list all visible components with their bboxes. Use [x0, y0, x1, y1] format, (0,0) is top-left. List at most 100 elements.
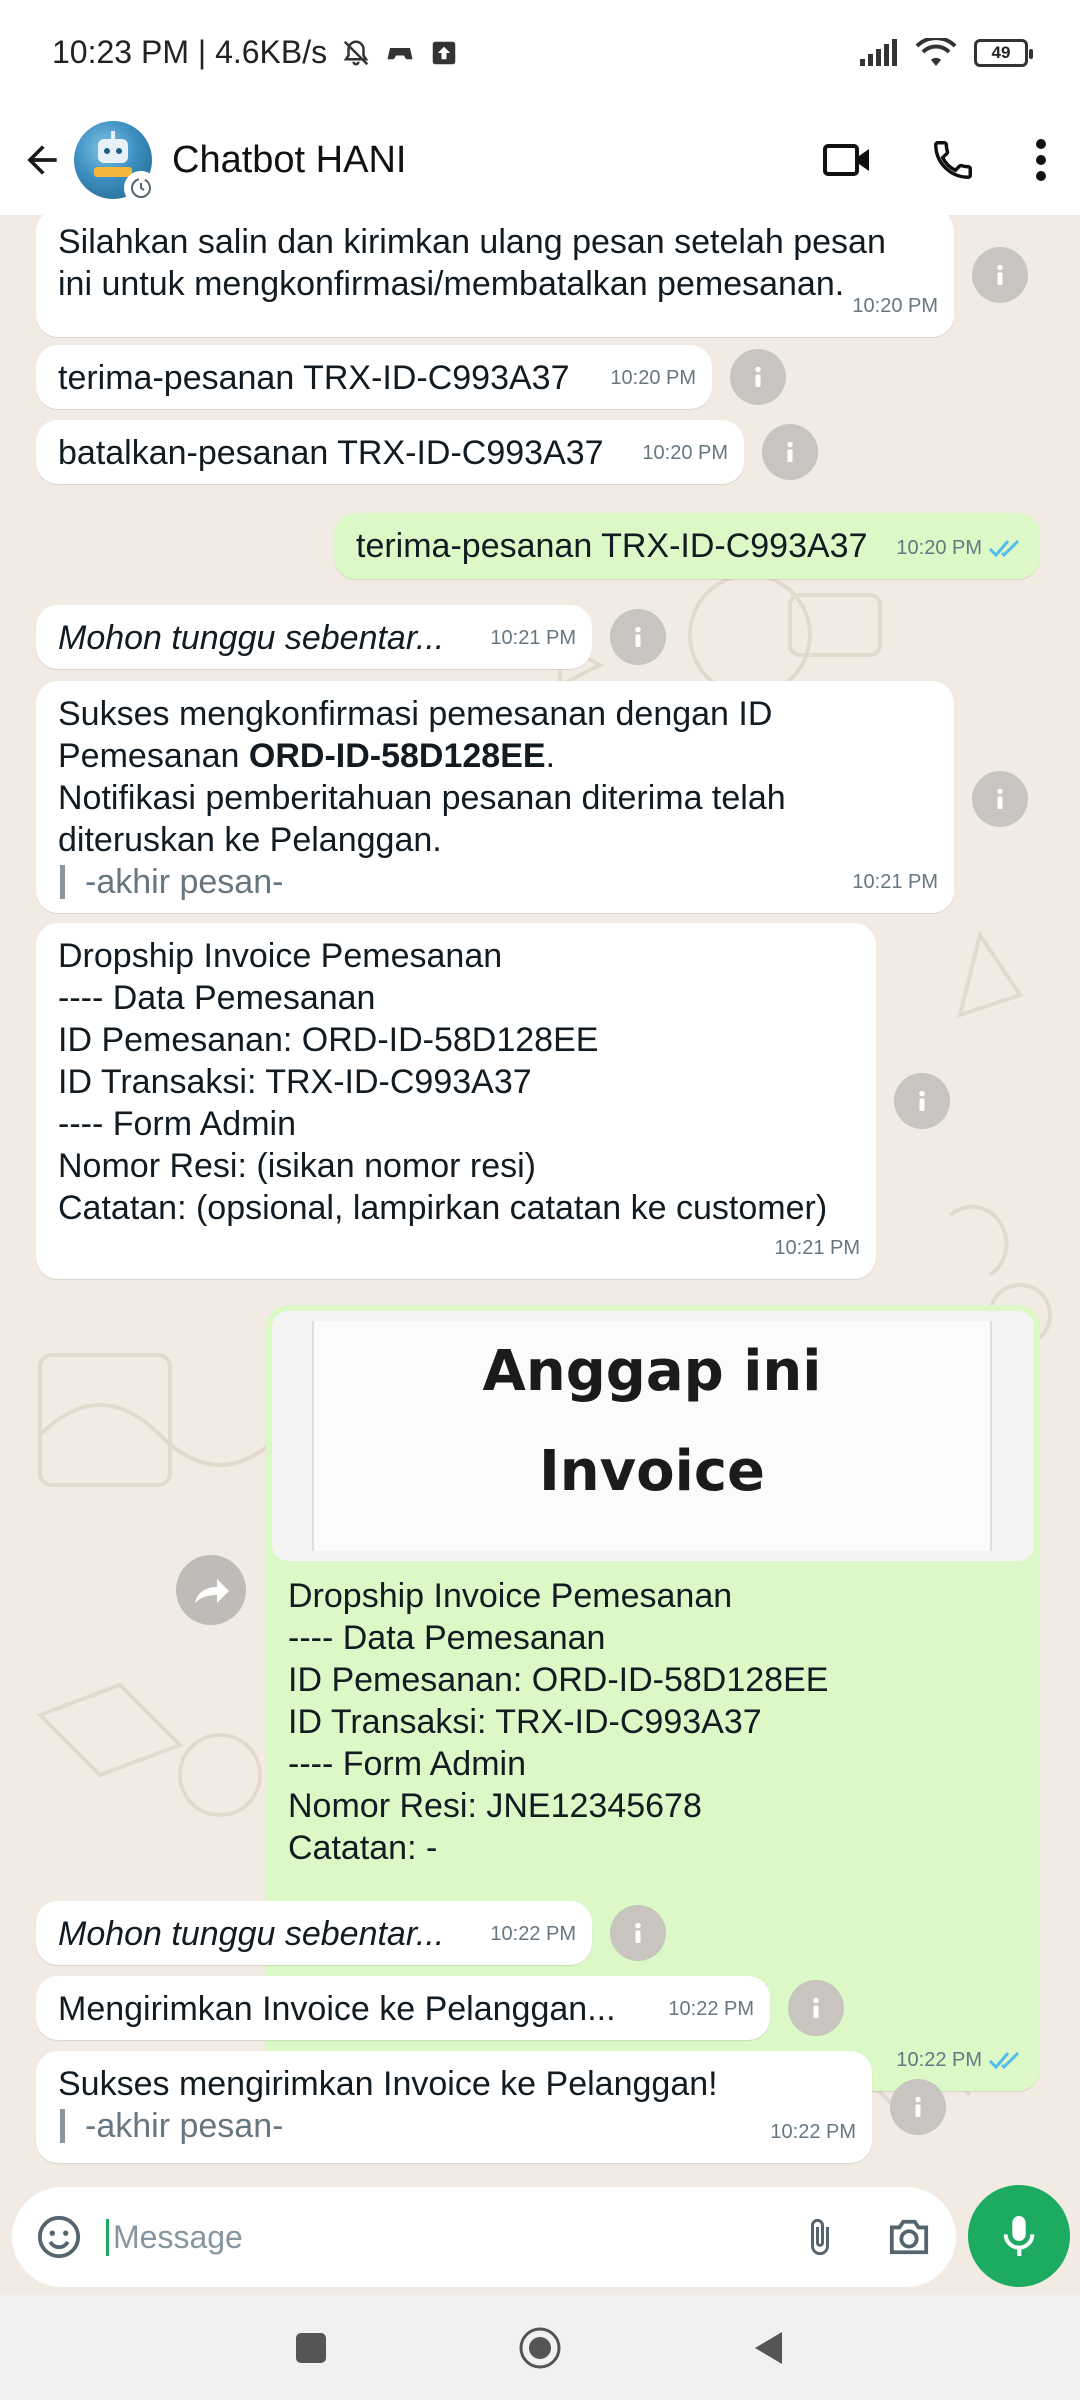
- message-text-line: Pemesanan ORD-ID-58D128EE.: [58, 735, 932, 777]
- info-button[interactable]: [730, 349, 786, 405]
- video-call-icon[interactable]: [822, 140, 872, 180]
- message-text: diteruskan ke Pelanggan.: [58, 821, 442, 859]
- message-time: 10:21 PM: [490, 617, 576, 659]
- message-time: 10:22 PM: [896, 2039, 1024, 2081]
- status-left: 10:23 PM | 4.6KB/s: [52, 34, 459, 71]
- message-text: Nomor Resi: (isikan nomor resi): [58, 1147, 536, 1185]
- message-time: 10:20 PM: [896, 527, 1024, 569]
- quote-text: -akhir pesan-: [85, 863, 284, 901]
- info-button[interactable]: [610, 609, 666, 665]
- message-time: 10:20 PM: [610, 357, 696, 399]
- message-bubble-outgoing-image[interactable]: Anggap ini Invoice Dropship Invoice Peme…: [266, 1305, 1040, 2091]
- quote-bar: [60, 865, 65, 899]
- message-text: ini untuk mengkonfirmasi/membatalkan pem…: [58, 265, 845, 303]
- quote-footer: -akhir pesan-: [58, 2105, 850, 2147]
- time-label: 10:20 PM: [642, 442, 728, 464]
- time-label: 10:20 PM: [610, 367, 696, 389]
- message-input[interactable]: Message: [106, 2218, 243, 2256]
- read-ticks-icon: [988, 539, 1020, 558]
- message-text: ID Transaksi: TRX-ID-C993A37: [288, 1703, 762, 1741]
- quote-footer: -akhir pesan-: [58, 861, 932, 903]
- message-text: Dropship Invoice Pemesanan: [58, 937, 503, 975]
- status-bar: 10:23 PM | 4.6KB/s 49: [0, 0, 1080, 105]
- message-text: Notifikasi pemberitahuan pesanan diterim…: [58, 779, 786, 817]
- time-label: 10:20 PM: [896, 537, 982, 559]
- message-bubble-incoming[interactable]: Sukses mengirimkan Invoice ke Pelanggan!…: [36, 2051, 872, 2163]
- info-button[interactable]: [762, 424, 818, 480]
- info-button[interactable]: [890, 2079, 946, 2135]
- emoji-icon[interactable]: [36, 2214, 82, 2260]
- message-bubble-incoming[interactable]: terima-pesanan TRX-ID-C993A37 10:20 PM: [36, 345, 712, 409]
- mic-icon: [1003, 2216, 1035, 2256]
- message-text: ID Pemesanan: ORD-ID-58D128EE: [58, 1021, 599, 1059]
- upload-icon: [432, 41, 456, 64]
- forward-icon: [195, 1579, 229, 1603]
- info-icon: [813, 1997, 819, 2018]
- message-bubble-incoming[interactable]: Dropship Invoice Pemesanan ---- Data Pem…: [36, 923, 876, 1279]
- signal-icon: [860, 38, 897, 66]
- info-button[interactable]: [972, 247, 1028, 303]
- status-badge: [124, 171, 158, 205]
- message-bubble-incoming[interactable]: Sukses mengkonfirmasi pemesanan dengan I…: [36, 681, 954, 913]
- time-label: 10:22 PM: [668, 1998, 754, 2020]
- phone-icon[interactable]: [930, 137, 976, 183]
- nav-home-icon[interactable]: [518, 2326, 562, 2370]
- nav-recents-icon[interactable]: [294, 2331, 328, 2365]
- info-icon: [997, 788, 1003, 809]
- message-bubble-incoming[interactable]: Mengirimkan Invoice ke Pelanggan... 10:2…: [36, 1976, 770, 2040]
- message-bubble-incoming[interactable]: Mohon tunggu sebentar... 10:22 PM: [36, 1901, 592, 1965]
- message-time: 10:20 PM: [852, 285, 938, 327]
- message-text: ID Transaksi: TRX-ID-C993A37: [58, 1063, 532, 1101]
- invoice-image-paper: Anggap ini Invoice: [312, 1321, 992, 1551]
- more-vert-icon[interactable]: [1034, 138, 1048, 182]
- avatar[interactable]: [74, 121, 158, 205]
- time-label: 10:22 PM: [770, 2121, 856, 2143]
- info-button[interactable]: [894, 1073, 950, 1129]
- composer-actions: [800, 2214, 932, 2260]
- message-text: batalkan-pesanan TRX-ID-C993A37: [58, 434, 604, 472]
- message-bubble-incoming[interactable]: batalkan-pesanan TRX-ID-C993A37 10:20 PM: [36, 420, 744, 484]
- order-id: ORD-ID-58D128EE: [248, 737, 546, 775]
- message-time: 10:22 PM: [668, 1988, 754, 2030]
- time-label: 10:20 PM: [852, 295, 938, 317]
- info-icon: [997, 264, 1003, 285]
- message-bubble-incoming[interactable]: Mohon tunggu sebentar... 10:21 PM: [36, 605, 592, 669]
- time-label: 10:21 PM: [490, 627, 576, 649]
- info-icon: [915, 2096, 921, 2117]
- header-actions: [822, 137, 1064, 183]
- info-button[interactable]: [610, 1905, 666, 1961]
- battery-indicator: 49: [974, 38, 1033, 67]
- back-button[interactable]: [16, 130, 68, 190]
- composer: Message: [0, 2185, 1080, 2295]
- message-bubble-outgoing[interactable]: terima-pesanan TRX-ID-C993A37 10:20 PM: [334, 513, 1040, 579]
- read-ticks-icon: [988, 2051, 1020, 2070]
- forward-button[interactable]: [176, 1555, 246, 1625]
- message-text: ---- Data Pemesanan: [288, 1619, 606, 1657]
- camera-icon[interactable]: [886, 2216, 932, 2258]
- info-button[interactable]: [972, 771, 1028, 827]
- time-label: 10:21 PM: [852, 871, 938, 893]
- invoice-image[interactable]: Anggap ini Invoice: [272, 1311, 1034, 1561]
- message-text: terima-pesanan TRX-ID-C993A37: [58, 359, 570, 397]
- info-icon: [919, 1090, 925, 1111]
- image-text-line: Invoice: [538, 1439, 766, 1504]
- mute-bell-icon: [343, 39, 369, 65]
- message-input-pill[interactable]: Message: [12, 2187, 956, 2287]
- message-text: Catatan: -: [288, 1829, 438, 1867]
- robot-icon: [94, 131, 132, 177]
- mic-button[interactable]: [968, 2185, 1070, 2287]
- status-time: 10:23 PM | 4.6KB/s: [52, 34, 328, 70]
- chat-title[interactable]: Chatbot HANI: [172, 139, 406, 182]
- chat-area[interactable]: Silahkan salin dan kirimkan ulang pesan …: [0, 215, 1080, 2185]
- text-segment: .: [545, 737, 556, 775]
- nav-back-icon[interactable]: [752, 2330, 786, 2366]
- info-icon: [635, 626, 641, 647]
- info-button[interactable]: [788, 1980, 844, 2036]
- message-text: Catatan: (opsional, lampirkan catatan ke…: [58, 1189, 828, 1227]
- message-caption: Dropship Invoice Pemesanan ---- Data Pem…: [288, 1575, 828, 1869]
- message-bubble-incoming[interactable]: Silahkan salin dan kirimkan ulang pesan …: [36, 215, 954, 337]
- image-text-line: Anggap ini: [482, 1339, 822, 1404]
- message-text: Nomor Resi: JNE12345678: [288, 1787, 702, 1825]
- attach-icon[interactable]: [800, 2214, 840, 2260]
- text-segment: Pemesanan: [58, 737, 249, 775]
